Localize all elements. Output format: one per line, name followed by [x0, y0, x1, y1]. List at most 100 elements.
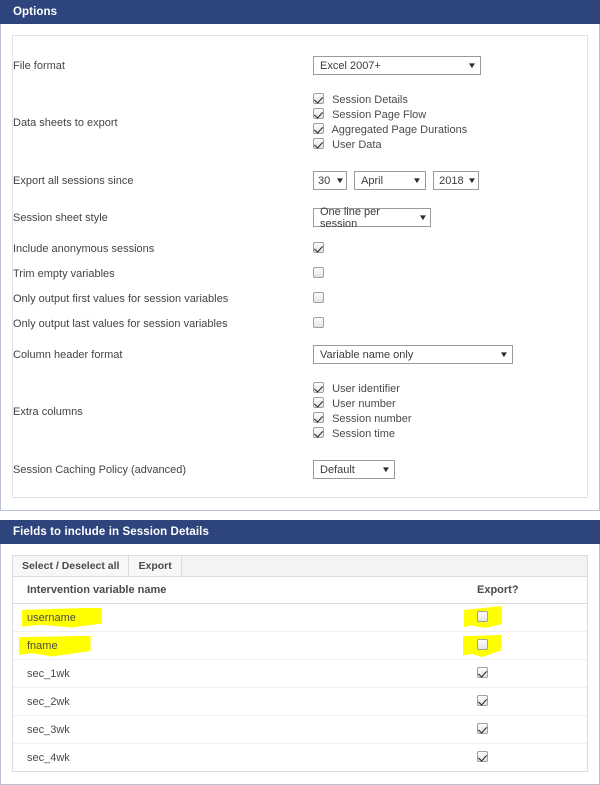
panel-gap — [0, 511, 600, 520]
table-row: sec_1wk — [13, 659, 587, 688]
caching-policy-select[interactable]: Default ▼ — [313, 460, 395, 479]
cell-variable-name: sec_3wk — [13, 715, 477, 744]
data-sheets-cell: Session Details Session Page Flow Aggreg… — [313, 84, 587, 162]
sheet-style-value: One line per session — [320, 205, 380, 230]
checkbox-row-session-page-flow[interactable]: Session Page Flow — [313, 108, 587, 123]
trim-empty-cell — [313, 261, 587, 286]
trim-empty-label: Trim empty variables — [13, 267, 115, 280]
checkbox-export-username[interactable] — [477, 611, 488, 622]
column-header-format-cell: Variable name only ▼ — [313, 336, 587, 373]
chevron-down-icon: ▼ — [467, 60, 477, 70]
variable-name-username: username — [27, 611, 76, 624]
highlight-mark-fname: fname — [27, 640, 58, 652]
include-anonymous-label: Include anonymous sessions — [13, 242, 155, 255]
cell-export — [477, 631, 587, 660]
export-since-year-select[interactable]: 2018 ▼ — [433, 171, 480, 190]
export-since-day-select[interactable]: 30 ▼ — [313, 171, 347, 190]
checkbox-export-sec-4wk[interactable] — [477, 751, 488, 762]
checkbox-row-session-details[interactable]: Session Details — [313, 93, 587, 108]
row-file-format: File format Excel 2007+ ▼ — [13, 47, 587, 84]
checkbox-user-number[interactable] — [313, 397, 324, 408]
include-anonymous-cell — [313, 236, 587, 261]
variable-name-sec-4wk: sec_4wk — [27, 751, 70, 764]
fields-grid-box: Select / Deselect all Export Interventio… — [12, 555, 588, 772]
cell-export — [477, 603, 587, 632]
chevron-down-icon: ▼ — [335, 175, 345, 185]
checkbox-include-anonymous[interactable] — [313, 242, 324, 253]
row-caching-policy: Session Caching Policy (advanced) Defaul… — [13, 451, 587, 488]
table-row: sec_3wk — [13, 715, 587, 744]
export-since-label: Export all sessions since — [13, 174, 134, 187]
data-sheets-checkbox-list: Session Details Session Page Flow Aggreg… — [313, 93, 587, 153]
checkbox-first-values[interactable] — [313, 292, 324, 303]
checkbox-row-user-number[interactable]: User number — [313, 397, 587, 412]
checkbox-session-page-flow[interactable] — [313, 108, 324, 119]
fields-toolbar: Select / Deselect all Export — [13, 556, 587, 577]
checkbox-row-session-time[interactable]: Session time — [313, 427, 587, 442]
last-values-label: Only output last values for session vari… — [13, 317, 228, 330]
variable-name-fname: fname — [27, 639, 58, 652]
checkbox-row-user-data[interactable]: User Data — [313, 138, 587, 153]
caching-policy-cell: Default ▼ — [313, 451, 587, 488]
chevron-down-icon: ▼ — [467, 175, 478, 185]
row-last-values: Only output last values for session vari… — [13, 311, 587, 336]
export-since-cell: 30 ▼ April ▼ 2018 ▼ — [313, 162, 587, 199]
sheet-style-cell: One line per session ▼ — [313, 199, 587, 236]
highlight-mark-username: username — [27, 612, 76, 624]
checkbox-row-session-number[interactable]: Session number — [313, 412, 587, 427]
caching-policy-value: Default — [320, 463, 355, 476]
file-format-label: File format — [13, 59, 65, 72]
file-format-select[interactable]: Excel 2007+ ▼ — [313, 56, 481, 75]
checkbox-row-aggregated-page-durations[interactable]: Aggregated Page Durations — [313, 123, 587, 138]
first-values-label: Only output first values for session var… — [13, 292, 229, 305]
checkbox-label-aggregated-page-durations: Aggregated Page Durations — [331, 124, 468, 136]
sheet-style-select[interactable]: One line per session ▼ — [313, 205, 431, 230]
extra-columns-label: Extra columns — [13, 406, 83, 418]
checkbox-session-time[interactable] — [313, 427, 324, 438]
table-row: sec_2wk — [13, 687, 587, 716]
cell-variable-name: sec_2wk — [13, 687, 477, 716]
checkbox-session-number[interactable] — [313, 412, 324, 423]
column-header-format-select[interactable]: Variable name only ▼ — [313, 345, 513, 364]
column-header-format-value: Variable name only — [320, 348, 414, 361]
tab-export[interactable]: Export — [129, 556, 182, 576]
cell-variable-name: sec_4wk — [13, 743, 477, 771]
checkbox-trim-empty[interactable] — [313, 267, 324, 278]
checkbox-export-fname[interactable] — [477, 639, 488, 650]
checkbox-label-session-details: Session Details — [332, 94, 408, 106]
row-export-since: Export all sessions since 30 ▼ April ▼ 2… — [13, 162, 587, 199]
checkbox-label-user-number: User number — [332, 398, 396, 410]
row-first-values: Only output first values for session var… — [13, 286, 587, 311]
chevron-down-icon: ▼ — [418, 212, 428, 222]
checkbox-row-user-identifier[interactable]: User identifier — [313, 382, 587, 397]
options-form-box: File format Excel 2007+ ▼ Data sheets to… — [12, 35, 588, 498]
checkbox-label-user-identifier: User identifier — [332, 383, 400, 395]
checkbox-user-identifier[interactable] — [313, 382, 324, 393]
checkbox-label-session-page-flow: Session Page Flow — [332, 109, 427, 121]
checkbox-export-sec-3wk[interactable] — [477, 723, 488, 734]
checkbox-last-values[interactable] — [313, 317, 324, 328]
chevron-down-icon: ▼ — [499, 349, 509, 359]
cell-export — [477, 659, 587, 688]
chevron-down-icon: ▼ — [381, 464, 391, 474]
highlight-mark-checkbox-username — [477, 611, 488, 624]
column-header-export: Export? — [477, 577, 587, 604]
sheet-style-label: Session sheet style — [13, 211, 108, 224]
checkbox-export-sec-2wk[interactable] — [477, 695, 488, 706]
checkbox-aggregated-page-durations[interactable] — [313, 123, 324, 134]
checkbox-session-details[interactable] — [313, 93, 324, 104]
row-trim-empty: Trim empty variables — [13, 261, 587, 286]
export-since-month-select[interactable]: April ▼ — [354, 171, 427, 190]
tab-select-deselect-all[interactable]: Select / Deselect all — [13, 556, 130, 576]
extra-columns-cell: User identifier User number Session numb… — [313, 373, 587, 451]
options-panel-header: Options — [0, 0, 600, 24]
checkbox-label-session-number: Session number — [332, 413, 412, 425]
cell-export — [477, 743, 587, 771]
chevron-down-icon: ▼ — [412, 175, 423, 185]
export-since-day-value: 30 — [318, 174, 331, 187]
table-row: username — [13, 603, 587, 632]
extra-columns-checkbox-list: User identifier User number Session numb… — [313, 382, 587, 442]
cell-variable-name: fname — [13, 631, 477, 660]
fields-table-head: Intervention variable name Export? — [13, 577, 587, 604]
checkbox-user-data[interactable] — [313, 138, 324, 149]
